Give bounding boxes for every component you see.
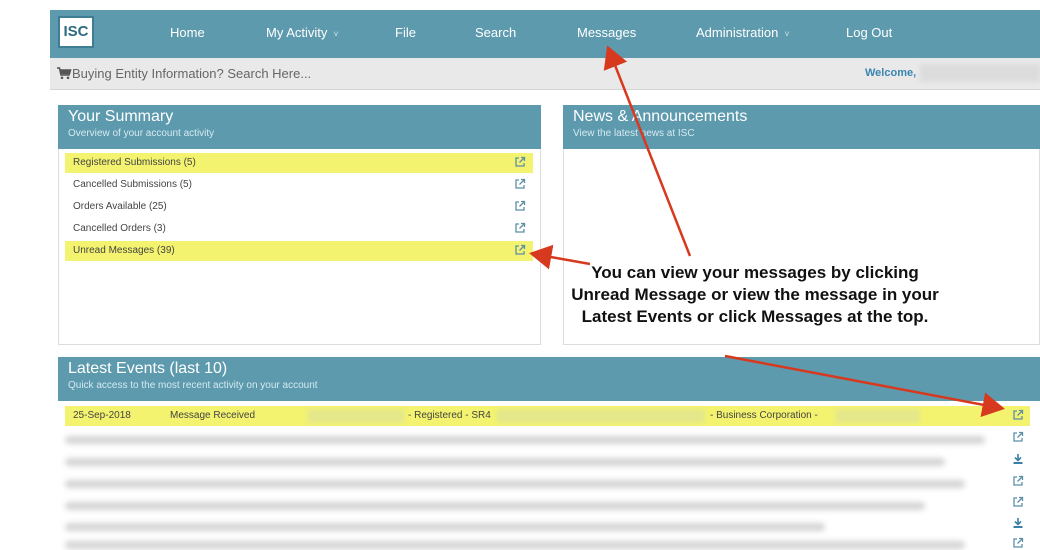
nav-messages[interactable]: Messages [577, 25, 636, 40]
nav-file[interactable]: File [395, 25, 416, 40]
news-panel-header: News & Announcements View the latest new… [563, 105, 1040, 149]
external-link-icon[interactable] [514, 178, 526, 190]
entity-search-bar: Buying Entity Information? Search Here..… [50, 58, 1040, 90]
external-link-icon[interactable] [514, 244, 526, 256]
summary-row-cancelled-orders[interactable]: Cancelled Orders (3) [65, 219, 533, 239]
download-icon[interactable] [1012, 517, 1024, 529]
external-link-icon[interactable] [514, 222, 526, 234]
nav-my-activity[interactable]: My Activity ˅ [266, 25, 339, 40]
external-link-icon[interactable] [1012, 537, 1024, 549]
table-row [65, 502, 925, 510]
news-title: News & Announcements [573, 108, 748, 125]
summary-row-registered-submissions[interactable]: Registered Submissions (5) [65, 153, 533, 173]
table-row [65, 480, 965, 488]
redacted-corporation-name [835, 409, 920, 423]
entity-search-link[interactable]: Buying Entity Information? Search Here..… [72, 66, 311, 81]
external-link-icon[interactable] [514, 200, 526, 212]
nav-administration[interactable]: Administration ˅ [696, 25, 790, 40]
event-row-message-received[interactable]: 25-Sep-2018 Message Received - Registere… [65, 406, 1030, 426]
event-date: 25-Sep-2018 [73, 410, 131, 421]
summary-subtitle: Overview of your account activity [68, 128, 215, 139]
summary-row-label: Orders Available (25) [73, 201, 167, 212]
nav-my-activity-label: My Activity [266, 25, 328, 40]
download-icon[interactable] [1012, 453, 1024, 465]
event-corporation: - Business Corporation - [710, 410, 818, 421]
table-row [65, 458, 945, 466]
redacted-username [920, 64, 1040, 82]
nav-administration-label: Administration [696, 25, 779, 40]
summary-row-label: Registered Submissions (5) [73, 157, 196, 168]
top-navbar: ISC Home My Activity ˅ File Search Messag… [50, 10, 1040, 58]
summary-row-label: Cancelled Orders (3) [73, 223, 166, 234]
events-title: Latest Events (last 10) [68, 360, 228, 377]
event-registered: - Registered - SR4 [408, 410, 491, 421]
external-link-icon[interactable] [514, 156, 526, 168]
redacted-name [307, 409, 405, 423]
redacted-registration-number [497, 409, 705, 423]
nav-home[interactable]: Home [170, 25, 205, 40]
chevron-down-icon: ˅ [784, 29, 790, 39]
external-link-icon[interactable] [1012, 475, 1024, 487]
summary-row-label: Unread Messages (39) [73, 245, 175, 256]
event-type: Message Received [170, 410, 256, 421]
table-row [65, 541, 965, 549]
news-subtitle: View the latest news at ISC [573, 128, 695, 139]
shopping-cart-icon [57, 67, 72, 80]
summary-row-unread-messages[interactable]: Unread Messages (39) [65, 241, 533, 261]
summary-title: Your Summary [68, 108, 174, 125]
external-link-icon[interactable] [1012, 409, 1024, 421]
events-panel-header: Latest Events (last 10) Quick access to … [58, 357, 1040, 401]
chevron-down-icon: ˅ [333, 29, 339, 39]
external-link-icon[interactable] [1012, 431, 1024, 443]
summary-panel-header: Your Summary Overview of your account ac… [58, 105, 541, 149]
nav-search[interactable]: Search [475, 25, 516, 40]
annotation-callout: You can view your messages by clicking U… [571, 263, 939, 326]
isc-logo[interactable]: ISC [58, 16, 94, 48]
summary-row-orders-available[interactable]: Orders Available (25) [65, 197, 533, 217]
table-row [65, 436, 985, 444]
summary-panel: Registered Submissions (5) Cancelled Sub… [58, 149, 541, 345]
events-subtitle: Quick access to the most recent activity… [68, 380, 318, 391]
welcome-text: Welcome, [865, 67, 917, 79]
external-link-icon[interactable] [1012, 496, 1024, 508]
nav-log-out[interactable]: Log Out [846, 25, 892, 40]
summary-row-label: Cancelled Submissions (5) [73, 179, 192, 190]
table-row [65, 523, 825, 531]
summary-row-cancelled-submissions[interactable]: Cancelled Submissions (5) [65, 175, 533, 195]
